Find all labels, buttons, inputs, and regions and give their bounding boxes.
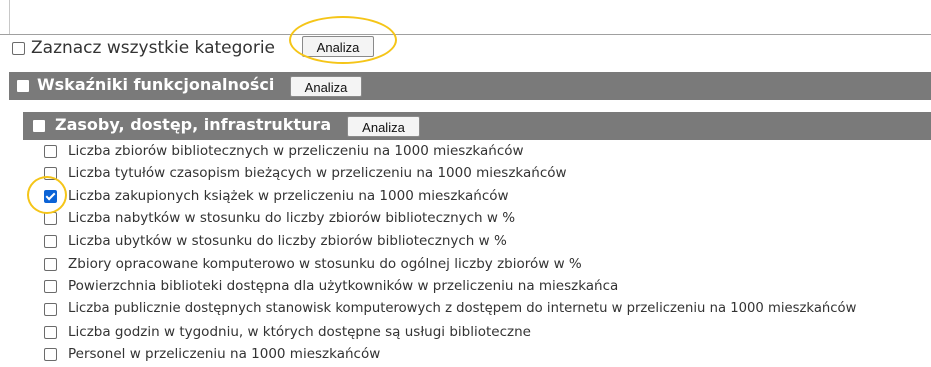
- divider: [9, 0, 10, 34]
- indicator-label: Powierzchnia biblioteki dostępna dla uży…: [68, 278, 619, 294]
- indicator-item: Liczba godzin w tygodniu, w których dost…: [0, 322, 931, 344]
- select-all-analyze-button[interactable]: Analiza: [302, 36, 374, 57]
- indicator-item: Personel w przeliczeniu na 1000 mieszkań…: [0, 344, 931, 366]
- indicator-checkbox[interactable]: [44, 348, 57, 361]
- indicator-item: Liczba zakupionych książek w przeliczeni…: [0, 186, 931, 208]
- indicator-checkbox[interactable]: [44, 145, 57, 158]
- subsection-analyze-button[interactable]: Analiza: [347, 116, 420, 137]
- indicator-checkbox[interactable]: [44, 258, 57, 271]
- section-header: Wskaźniki funkcjonalności Analiza: [9, 72, 931, 100]
- indicator-label: Liczba godzin w tygodniu, w których dost…: [68, 324, 531, 340]
- indicator-label: Liczba zakupionych książek w przeliczeni…: [68, 188, 509, 204]
- indicator-checkbox[interactable]: [44, 235, 57, 248]
- subsection-checkbox[interactable]: [33, 120, 45, 132]
- indicator-item: Liczba tytułów czasopism bieżących w prz…: [0, 163, 931, 185]
- indicator-label: Liczba ubytków w stosunku do liczby zbio…: [68, 233, 507, 249]
- indicator-item: Zbiory opracowane komputerowo w stosunku…: [0, 254, 931, 276]
- select-all-label: Zaznacz wszystkie kategorie: [31, 38, 276, 58]
- indicator-item: Liczba nabytków w stosunku do liczby zbi…: [0, 208, 931, 230]
- select-all-checkbox[interactable]: [12, 42, 25, 55]
- indicator-label: Personel w przeliczeniu na 1000 mieszkań…: [68, 346, 381, 362]
- indicator-item: Liczba ubytków w stosunku do liczby zbio…: [0, 231, 931, 253]
- top-toolbar: [0, 0, 931, 35]
- section-analyze-button[interactable]: Analiza: [290, 76, 362, 97]
- select-all-row: Zaznacz wszystkie kategorie Analiza: [0, 34, 931, 64]
- indicator-checkbox[interactable]: [44, 280, 57, 293]
- indicator-checkbox[interactable]: [44, 326, 57, 339]
- indicator-label: Zbiory opracowane komputerowo w stosunku…: [68, 256, 582, 272]
- subsection-title: Zasoby, dostęp, infrastruktura: [55, 115, 332, 134]
- indicator-label: Liczba publicznie dostępnych stanowisk k…: [68, 301, 857, 316]
- indicator-label: Liczba nabytków w stosunku do liczby zbi…: [68, 210, 516, 226]
- indicator-checkbox[interactable]: [44, 167, 57, 180]
- indicator-item: Powierzchnia biblioteki dostępna dla uży…: [0, 276, 931, 298]
- indicator-checkbox[interactable]: [44, 212, 57, 225]
- indicator-checkbox[interactable]: [44, 303, 57, 316]
- indicator-checkbox[interactable]: [44, 190, 57, 203]
- indicator-label: Liczba tytułów czasopism bieżących w prz…: [68, 165, 567, 181]
- indicator-label: Liczba zbiorów bibliotecznych w przelicz…: [68, 143, 524, 159]
- section-checkbox[interactable]: [17, 80, 29, 92]
- section-title: Wskaźniki funkcjonalności: [37, 75, 275, 94]
- indicator-item: Liczba zbiorów bibliotecznych w przelicz…: [0, 141, 931, 163]
- subsection-header: Zasoby, dostęp, infrastruktura Analiza: [23, 112, 931, 140]
- indicator-item: Liczba publicznie dostępnych stanowisk k…: [0, 299, 931, 321]
